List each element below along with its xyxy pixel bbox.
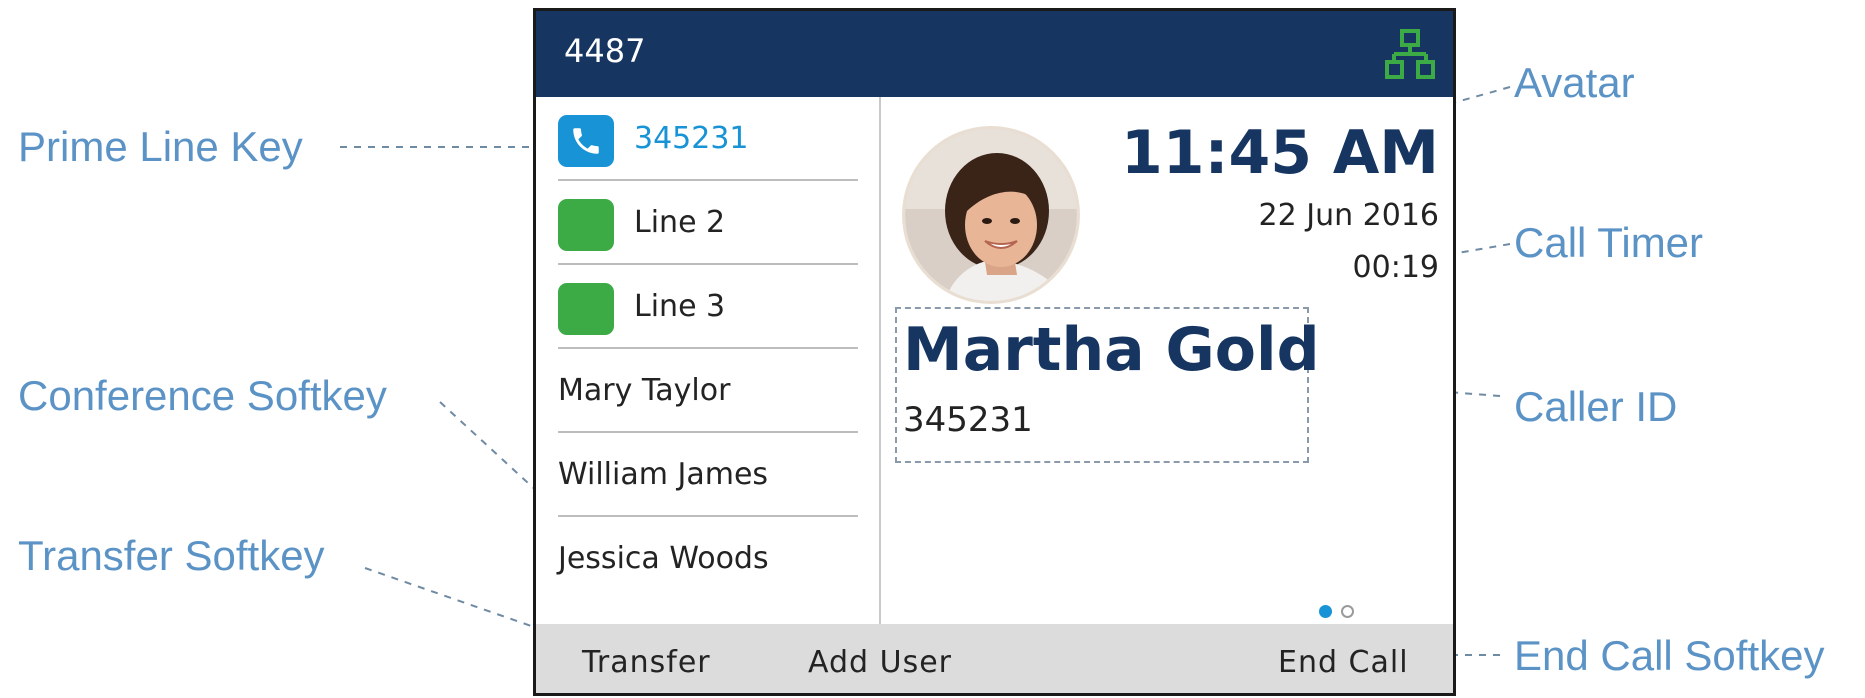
line-key-3[interactable]: Line 3 bbox=[558, 265, 858, 349]
contact-key-mary-taylor[interactable]: Mary Taylor bbox=[558, 349, 858, 433]
callout-transfer-softkey: Transfer Softkey bbox=[18, 532, 325, 579]
phone-screen: 4487 345231 Line 2 Line 3 Mary Taylor Wi… bbox=[533, 8, 1456, 696]
line-3-label: Line 3 bbox=[634, 289, 726, 324]
active-call-panel: 11:45 AM 22 Jun 2016 00:19 Martha Gold 3… bbox=[881, 97, 1453, 624]
line-key-2[interactable]: Line 2 bbox=[558, 181, 858, 265]
network-icon bbox=[1385, 29, 1435, 79]
phone-icon bbox=[573, 128, 599, 154]
caller-avatar bbox=[905, 129, 1077, 301]
line-3-key-indicator[interactable] bbox=[558, 283, 614, 335]
add-user-softkey[interactable]: Add User bbox=[808, 648, 952, 678]
end-call-softkey[interactable]: End Call bbox=[1278, 648, 1409, 678]
prime-line-key-button[interactable] bbox=[558, 115, 614, 167]
caller-id: Martha Gold 345231 bbox=[895, 307, 1320, 463]
prime-line-key[interactable]: 345231 bbox=[558, 97, 858, 181]
extension-number: 4487 bbox=[564, 32, 646, 70]
clock-time: 11:45 AM bbox=[1120, 118, 1439, 188]
line-key-list: 345231 Line 2 Line 3 Mary Taylor William… bbox=[536, 97, 881, 624]
contact-key-jessica-woods[interactable]: Jessica Woods bbox=[558, 517, 858, 601]
person-photo-icon bbox=[905, 129, 1077, 301]
page-indicator-dot-active bbox=[1319, 605, 1332, 618]
transfer-softkey[interactable]: Transfer bbox=[582, 648, 711, 678]
clock-date: 22 Jun 2016 bbox=[1258, 198, 1439, 233]
callout-prime-line-key: Prime Line Key bbox=[18, 123, 303, 170]
caller-number: 345231 bbox=[903, 400, 1033, 440]
callout-caller-id: Caller ID bbox=[1514, 383, 1678, 430]
callout-call-timer: Call Timer bbox=[1514, 219, 1704, 266]
line-2-key-indicator[interactable] bbox=[558, 199, 614, 251]
line-2-label: Line 2 bbox=[634, 205, 726, 240]
contact-label: Jessica Woods bbox=[558, 541, 769, 576]
callout-end-call-softkey: End Call Softkey bbox=[1514, 632, 1825, 679]
page-indicator-dot-inactive bbox=[1341, 605, 1354, 618]
status-header: 4487 bbox=[536, 11, 1453, 97]
softkey-bar: Transfer Add User End Call bbox=[536, 624, 1453, 693]
callout-avatar: Avatar bbox=[1514, 59, 1635, 106]
contact-label: Mary Taylor bbox=[558, 373, 731, 408]
prime-line-label: 345231 bbox=[634, 121, 749, 156]
caller-name: Martha Gold bbox=[903, 315, 1320, 385]
call-timer: 00:19 bbox=[1352, 250, 1439, 285]
callout-conference-softkey: Conference Softkey bbox=[18, 372, 387, 419]
contact-label: William James bbox=[558, 457, 769, 492]
contact-key-william-james[interactable]: William James bbox=[558, 433, 858, 517]
